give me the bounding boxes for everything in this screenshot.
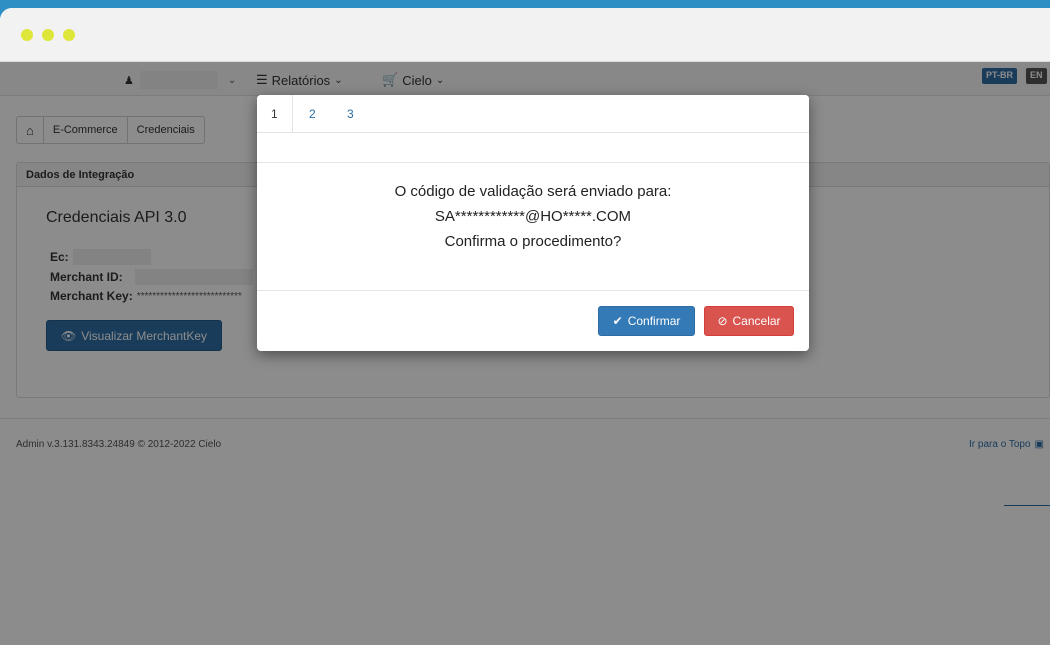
modal-question: Confirma o procedimento?	[444, 233, 622, 250]
ban-icon: ⊘	[717, 314, 728, 328]
modal-pager: 1 2 3	[257, 95, 809, 133]
modal-header	[257, 133, 809, 163]
modal-body: O código de validação será enviado para:…	[257, 179, 809, 254]
confirm-button[interactable]: ✔ Confirmar	[598, 306, 695, 336]
modal-footer: ✔ Confirmar ⊘ Cancelar	[257, 290, 809, 351]
modal-message-line1: O código de validação será enviado para:	[394, 183, 672, 200]
pager-page-2[interactable]: 2	[309, 107, 316, 121]
pager-page-3[interactable]: 3	[347, 107, 354, 121]
cancel-button[interactable]: ⊘ Cancelar	[704, 306, 794, 336]
confirm-label: Confirmar	[627, 314, 681, 328]
pager-divider	[292, 95, 293, 133]
modal-email: SA************@HO*****.COM	[434, 208, 632, 225]
window-minimize-dot[interactable]	[42, 29, 54, 41]
pager-page-1[interactable]: 1	[271, 107, 278, 121]
check-icon: ✔	[612, 314, 623, 328]
window-maximize-dot[interactable]	[63, 29, 75, 41]
window-titlebar	[0, 8, 1050, 62]
browser-window: ♟ ⌄ ☰ Relatórios ⌄ 🛒 Cielo ⌄ PT-BR EN ⌂ …	[0, 8, 1050, 645]
cancel-label: Cancelar	[732, 314, 781, 328]
confirmation-modal: 1 2 3 O código de validação será enviado…	[257, 95, 809, 351]
window-close-dot[interactable]	[21, 29, 33, 41]
